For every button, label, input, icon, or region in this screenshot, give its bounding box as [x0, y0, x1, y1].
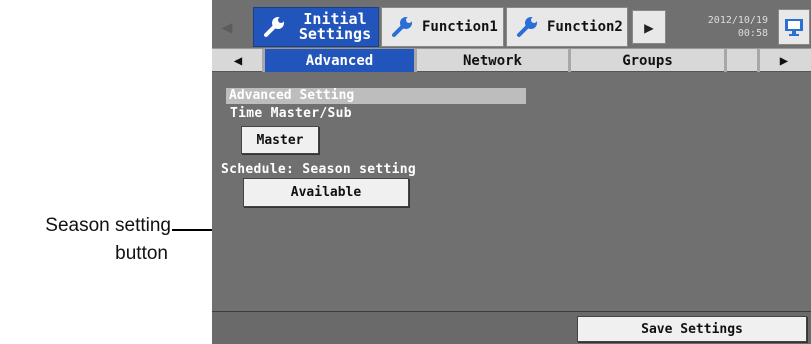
- callout-label-line1: Season setting: [45, 215, 171, 236]
- season-setting-button[interactable]: Available: [243, 178, 409, 207]
- wrench-icon: [517, 17, 537, 37]
- tab-function1-label: Function1: [422, 19, 498, 35]
- monitor-button[interactable]: [778, 9, 810, 45]
- time-master-button[interactable]: Master: [241, 126, 319, 154]
- section-header: Advanced Setting: [226, 88, 526, 104]
- device-screen: ◀ Initial Settings Function1 Function2 ▶…: [212, 0, 811, 344]
- tab-blank[interactable]: [724, 49, 760, 72]
- tab-initial-settings[interactable]: Initial Settings: [253, 7, 379, 47]
- left-arrow-icon[interactable]: ◀: [214, 12, 240, 42]
- tab-function1[interactable]: Function1: [381, 7, 504, 47]
- tab-groups[interactable]: Groups: [568, 49, 724, 72]
- clock-display: 2012/10/19 00:58: [676, 8, 776, 44]
- sub-tab-bar: ◀ Advanced Network Groups ▶: [212, 48, 811, 72]
- time-master-label: Time Master/Sub: [230, 106, 352, 121]
- wrench-icon: [264, 17, 284, 37]
- wrench-icon: [392, 17, 412, 37]
- tab-initial-line2: Settings: [298, 25, 372, 43]
- tab-function2-label: Function2: [547, 19, 623, 35]
- clock-time: 00:58: [737, 28, 768, 39]
- save-settings-button[interactable]: Save Settings: [577, 316, 807, 342]
- tab-advanced[interactable]: Advanced: [262, 49, 414, 72]
- tab-function2[interactable]: Function2: [506, 7, 628, 47]
- callout-label-line2: button: [115, 243, 168, 264]
- season-setting-label: Schedule: Season setting: [221, 162, 417, 177]
- right-arrow-icon[interactable]: ▶: [764, 51, 804, 70]
- left-arrow-icon[interactable]: ◀: [218, 51, 258, 70]
- tab-network[interactable]: Network: [414, 49, 568, 72]
- clock-date: 2012/10/19: [707, 15, 768, 26]
- monitor-icon: [785, 19, 803, 36]
- top-tab-bar: ◀ Initial Settings Function1 Function2 ▶…: [212, 0, 811, 48]
- play-icon[interactable]: ▶: [632, 10, 666, 44]
